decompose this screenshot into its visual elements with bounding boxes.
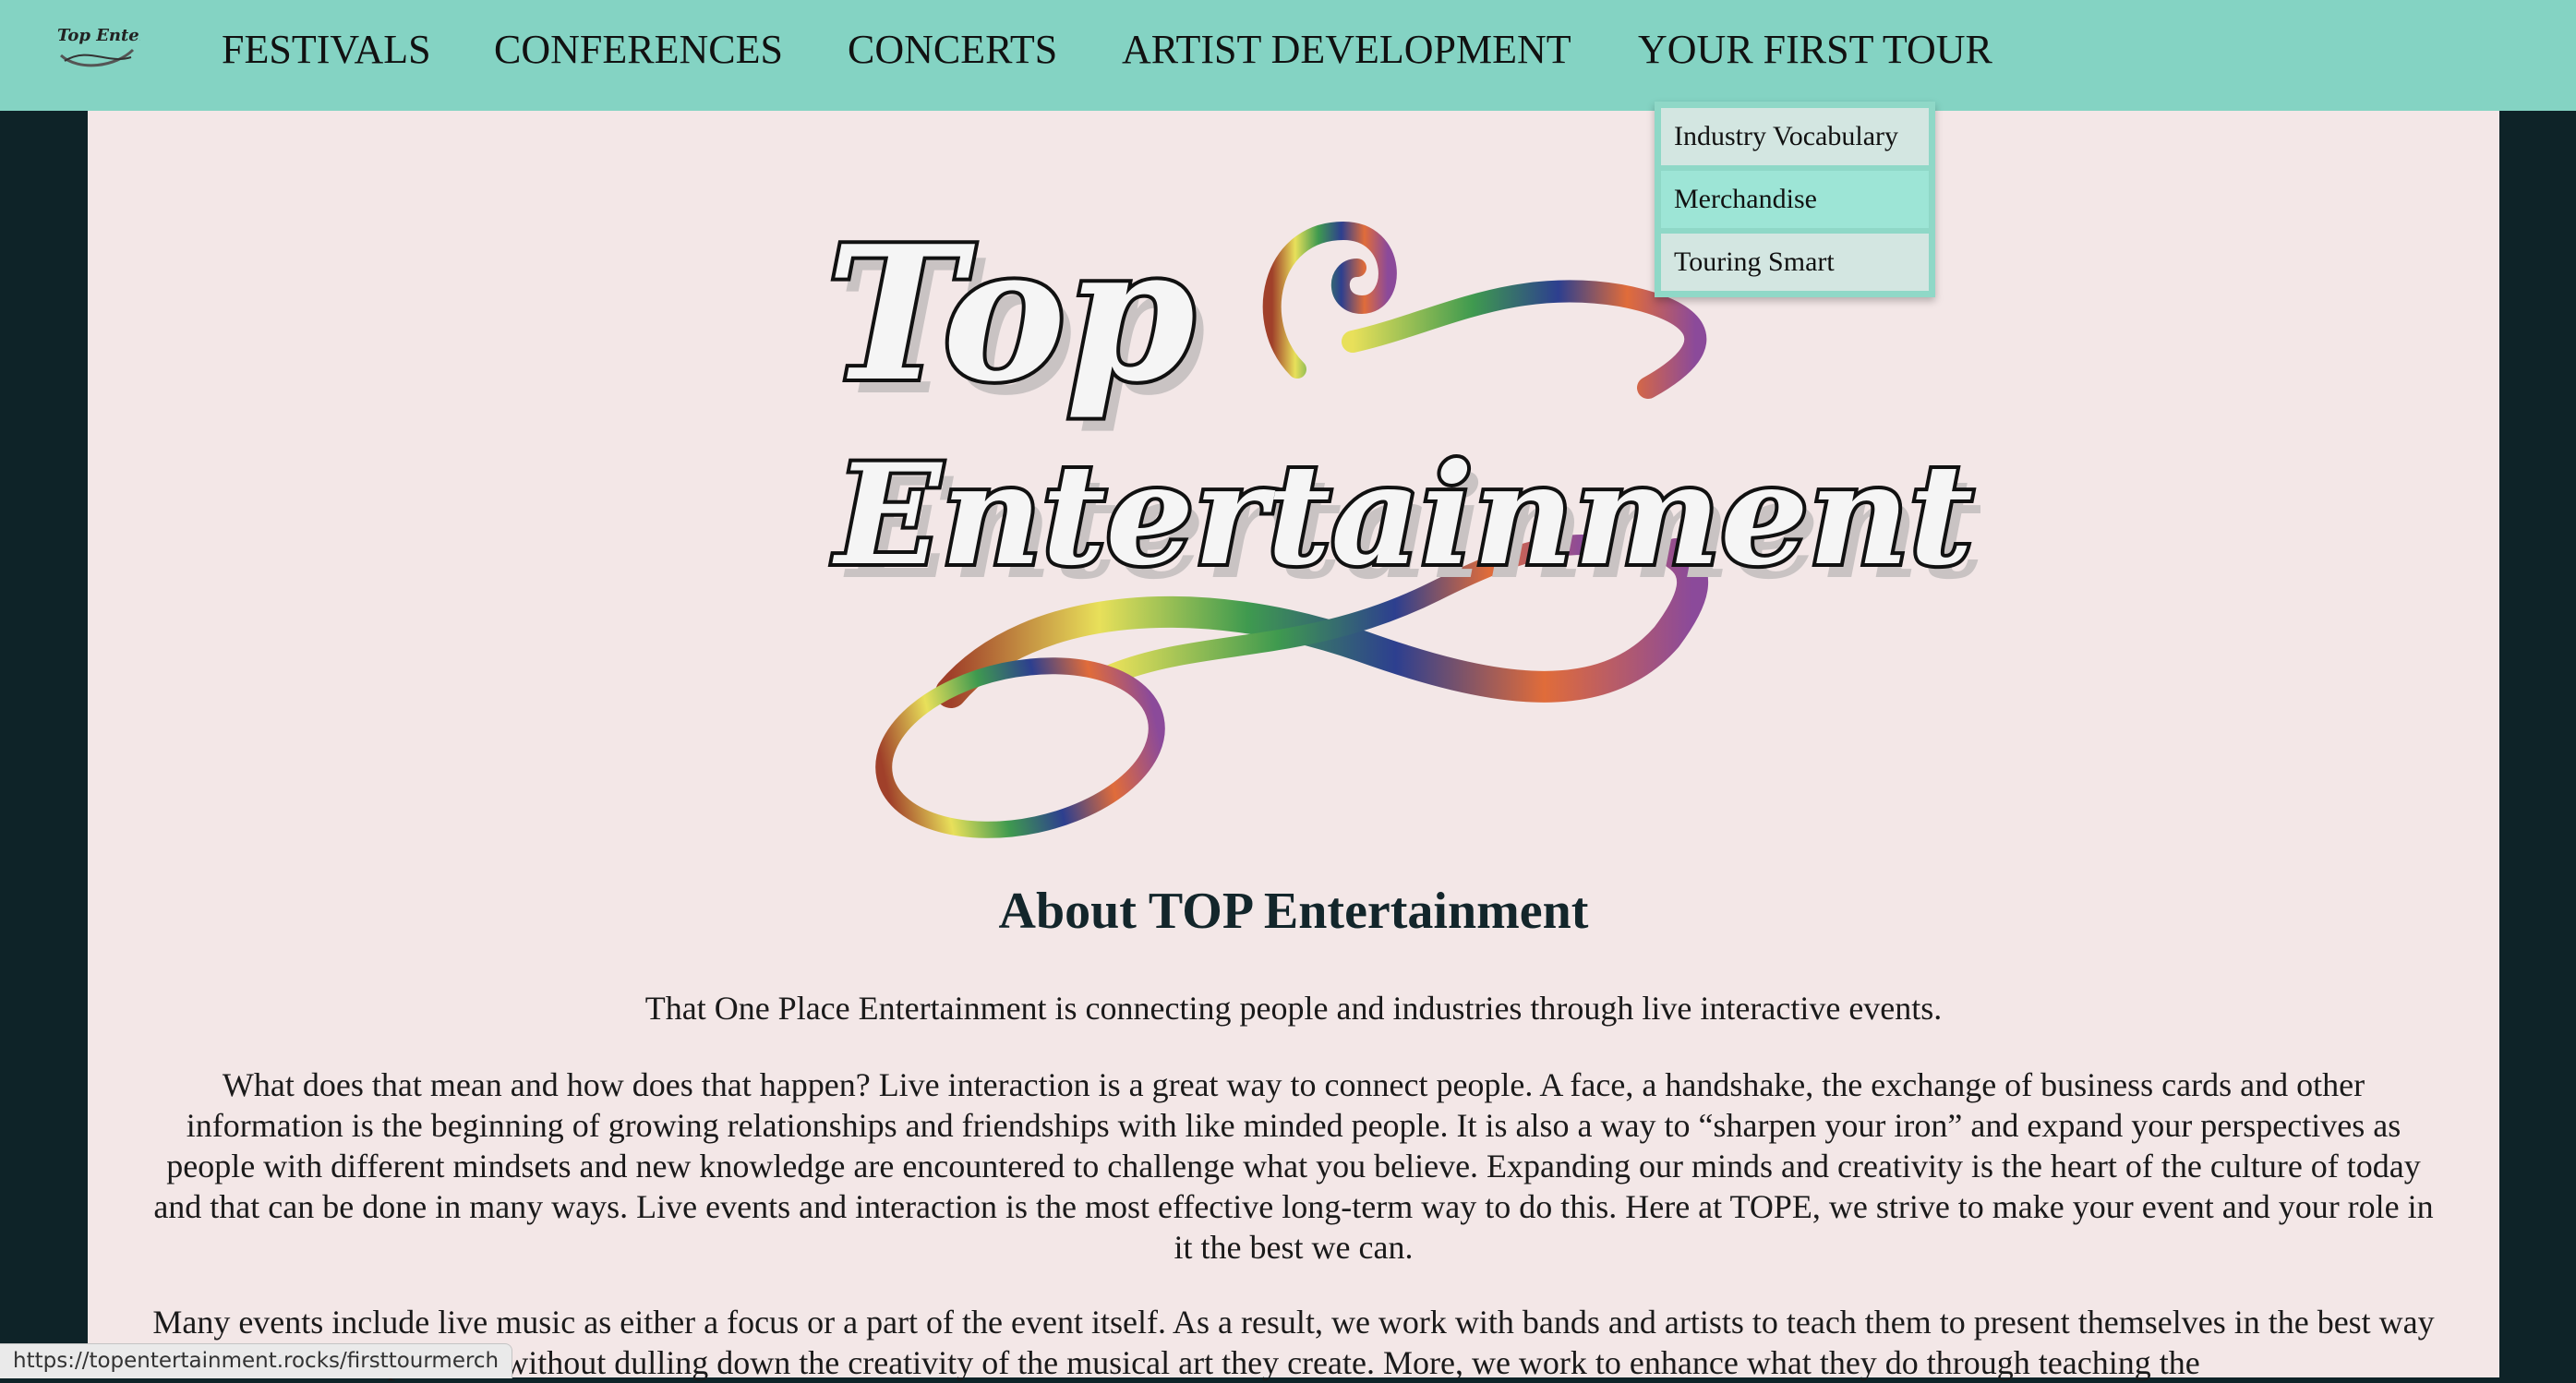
nav-logo[interactable]: Top Entertainment: [52, 18, 234, 72]
menu-item-industry-vocabulary[interactable]: Industry Vocabulary: [1661, 108, 1929, 165]
nav-concerts[interactable]: CONCERTS: [848, 22, 1057, 78]
top-navbar: Top Entertainment FESTIVALS CONFERENCES …: [0, 0, 2576, 111]
about-heading: About TOP Entertainment: [998, 883, 1589, 940]
nav-conferences[interactable]: CONFERENCES: [494, 22, 783, 78]
about-intro: That One Place Entertainment is connecti…: [644, 990, 1943, 1027]
nav-artist-development[interactable]: ARTIST DEVELOPMENT: [1122, 22, 1571, 78]
nav-festivals[interactable]: FESTIVALS: [222, 22, 431, 78]
menu-item-touring-smart[interactable]: Touring Smart: [1661, 234, 1929, 291]
svg-text:Top: Top: [826, 206, 1195, 423]
menu-item-merchandise[interactable]: Merchandise: [1661, 171, 1929, 228]
svg-text:Top Entertainment: Top Entertainment: [57, 26, 140, 45]
nav-your-first-tour[interactable]: YOUR FIRST TOUR: [1638, 22, 1992, 78]
svg-text:Entertainment: Entertainment: [832, 434, 1973, 596]
link-preview-status-bar: https://topentertainment.rocks/firsttour…: [0, 1343, 513, 1378]
first-tour-dropdown-menu: Industry Vocabulary Merchandise Touring …: [1655, 102, 1935, 297]
about-paragraph-2: What does that mean and how does that ha…: [153, 1066, 2434, 1266]
main-content: Top Entertainment Top Entertainment Abou…: [88, 111, 2499, 1381]
